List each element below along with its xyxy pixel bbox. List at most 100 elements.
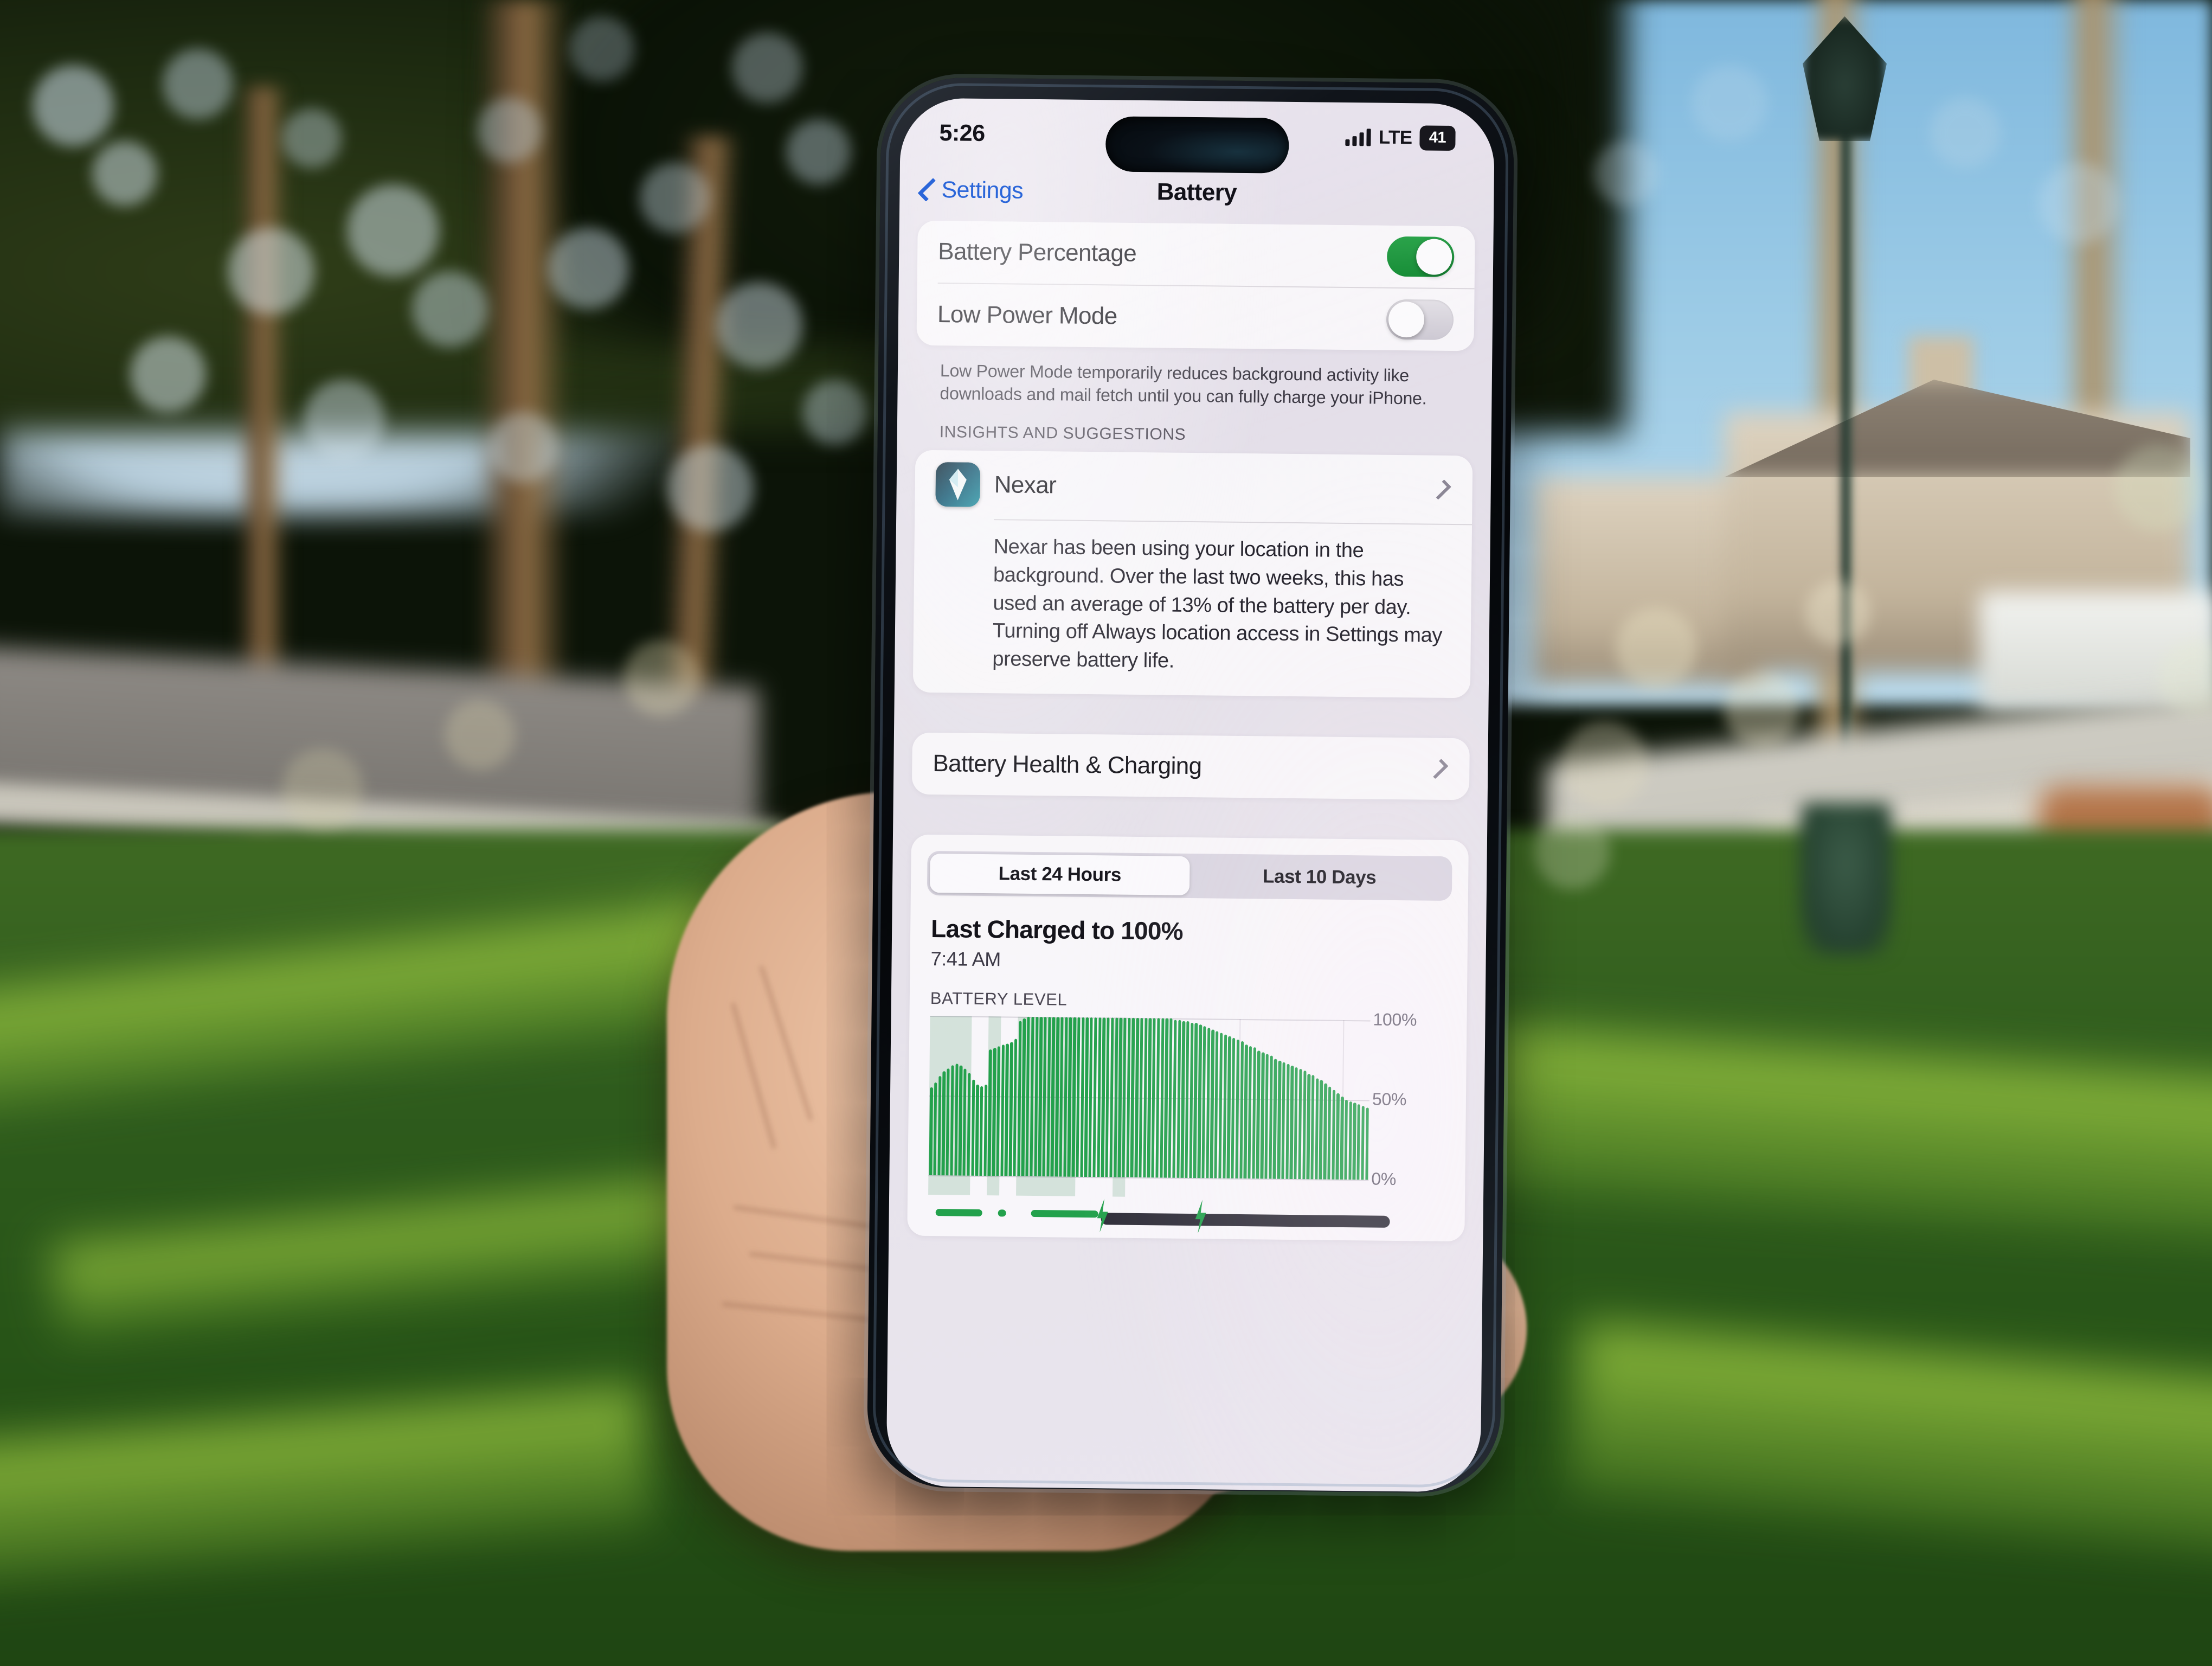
chart-bar — [1013, 1039, 1018, 1176]
row-battery-percentage[interactable]: Battery Percentage — [917, 221, 1475, 289]
chart-bar — [1038, 1016, 1043, 1176]
chart-bar — [1046, 1016, 1051, 1176]
chart-bar — [941, 1071, 946, 1175]
chart-bar — [983, 1085, 988, 1176]
chevron-right-icon — [1428, 758, 1449, 779]
chart-bar — [1197, 1024, 1202, 1178]
chart-bar — [1021, 1018, 1026, 1176]
bokeh-highlight — [1594, 141, 1659, 206]
chart-bar — [1223, 1034, 1227, 1178]
chart-y-axis-label: 100% — [1373, 1009, 1417, 1029]
chart-bar — [1269, 1055, 1273, 1179]
bokeh-highlight — [1534, 813, 1610, 889]
chart-bar — [1189, 1023, 1194, 1178]
chart-bar — [1332, 1090, 1336, 1180]
network-type-label: LTE — [1378, 126, 1412, 149]
bokeh-highlight — [1561, 721, 1648, 808]
chart-bar — [1361, 1106, 1365, 1180]
bokeh-highlight — [1616, 607, 1697, 689]
low-power-mode-label: Low Power Mode — [937, 301, 1117, 330]
bokeh-highlight — [304, 380, 385, 461]
bokeh-highlight — [347, 184, 439, 277]
row-battery-health[interactable]: Battery Health & Charging — [912, 732, 1470, 800]
chart-bar — [1256, 1050, 1261, 1178]
chart-bar — [1315, 1078, 1319, 1180]
segment-last-10-days[interactable]: Last 10 Days — [1189, 856, 1450, 898]
battery-health-label: Battery Health & Charging — [933, 749, 1202, 779]
chart-bar — [950, 1065, 954, 1175]
chart-bar — [1298, 1068, 1302, 1179]
insights-section-header: INSIGHTS AND SUGGESTIONS — [939, 423, 1186, 444]
battery-health-card[interactable]: Battery Health & Charging — [911, 732, 1470, 800]
chart-bar — [1092, 1017, 1097, 1177]
chart-bar — [1134, 1017, 1140, 1177]
lamp-post-base — [1800, 803, 1892, 954]
chart-bar — [1151, 1017, 1156, 1177]
chart-bar — [1080, 1017, 1085, 1177]
bokeh-highlight — [2039, 163, 2120, 244]
chart-bar — [1180, 1021, 1186, 1178]
chart-bar — [1272, 1059, 1277, 1179]
chart-bar — [1243, 1044, 1248, 1178]
phone-screen[interactable]: 5:26 LTE 41 Settings Battery Battery Per… — [886, 98, 1495, 1492]
battery-percentage-toggle[interactable] — [1386, 236, 1455, 278]
charging-usage-strip — [928, 1195, 1444, 1241]
chart-bar — [975, 1084, 979, 1176]
chart-bar — [1365, 1107, 1369, 1180]
bokeh-highlight — [1724, 672, 1800, 748]
chart-bar — [1306, 1073, 1311, 1179]
chart-bar — [954, 1063, 959, 1176]
chart-bar — [1206, 1028, 1211, 1178]
insight-app-row[interactable]: Nexar — [915, 450, 1472, 524]
chart-bar — [1076, 1017, 1081, 1177]
chart-bar — [1289, 1065, 1294, 1179]
chart-bar — [1126, 1017, 1131, 1177]
chart-bar — [1050, 1016, 1056, 1176]
chart-bar — [1025, 1016, 1030, 1176]
back-button-label: Settings — [941, 176, 1024, 204]
chart-bar — [1084, 1017, 1089, 1177]
low-power-mode-toggle[interactable] — [1386, 299, 1454, 341]
chart-bar — [1294, 1067, 1298, 1179]
chart-bar — [1218, 1033, 1223, 1178]
bokeh-highlight — [732, 33, 802, 103]
bokeh-highlight — [1692, 65, 1767, 141]
chart-y-axis-label: 0% — [1371, 1169, 1397, 1189]
chart-bar — [958, 1065, 963, 1176]
chart-bar — [1088, 1017, 1093, 1177]
chart-bar — [1030, 1016, 1034, 1176]
bokeh-highlight — [282, 748, 363, 830]
battery-toggles-card: Battery Percentage Low Power Mode — [916, 220, 1475, 351]
status-clock: 5:26 — [939, 119, 985, 146]
chart-bar — [1193, 1023, 1198, 1178]
bokeh-highlight — [1930, 98, 2001, 168]
dynamic-island — [1105, 116, 1289, 174]
back-button[interactable]: Settings — [917, 176, 1024, 204]
usage-period-segmented-control[interactable]: Last 24 Hours Last 10 Days — [927, 850, 1452, 901]
toggle-knob — [1416, 239, 1452, 275]
chart-bar — [1214, 1031, 1219, 1178]
chart-bar — [996, 1046, 1001, 1176]
chart-bar — [1143, 1017, 1148, 1177]
battery-usage-card: Last 24 Hours Last 10 Days Last Charged … — [907, 834, 1469, 1241]
cellular-signal-icon — [1345, 129, 1371, 146]
chart-bar — [987, 1049, 992, 1176]
row-low-power-mode[interactable]: Low Power Mode — [916, 284, 1474, 351]
chart-bar — [992, 1048, 996, 1176]
charging-bolt-icon — [1097, 1198, 1109, 1232]
chart-bar — [1340, 1096, 1344, 1180]
chart-bar — [970, 1079, 975, 1176]
bokeh-highlight — [445, 700, 515, 770]
chart-bar — [1113, 1017, 1118, 1177]
chart-bar — [1033, 1016, 1039, 1176]
bokeh-highlight — [1805, 580, 1870, 645]
segment-last-24-hours[interactable]: Last 24 Hours — [929, 853, 1190, 895]
settings-scroll-view[interactable]: Battery Percentage Low Power Mode Low Po… — [886, 220, 1493, 1492]
chart-bar — [1130, 1017, 1135, 1177]
chart-bar — [1176, 1020, 1181, 1178]
bokeh-highlight — [163, 49, 233, 119]
chart-bar — [1096, 1017, 1102, 1177]
chart-bar — [1356, 1104, 1361, 1180]
chart-bar — [1067, 1017, 1072, 1177]
battery-level-chart[interactable]: 100% 50% 0% — [928, 1009, 1446, 1200]
